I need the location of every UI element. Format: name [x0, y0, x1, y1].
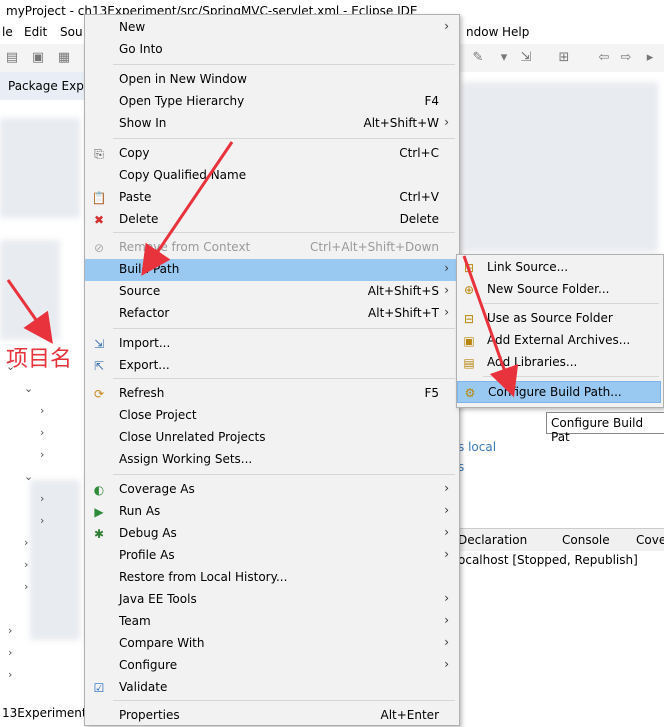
arrow-to-project: [6, 279, 53, 344]
arrow-to-build-path: [141, 141, 234, 276]
arrow-to-configure: [462, 255, 519, 398]
annotation-arrows: [6, 141, 519, 398]
